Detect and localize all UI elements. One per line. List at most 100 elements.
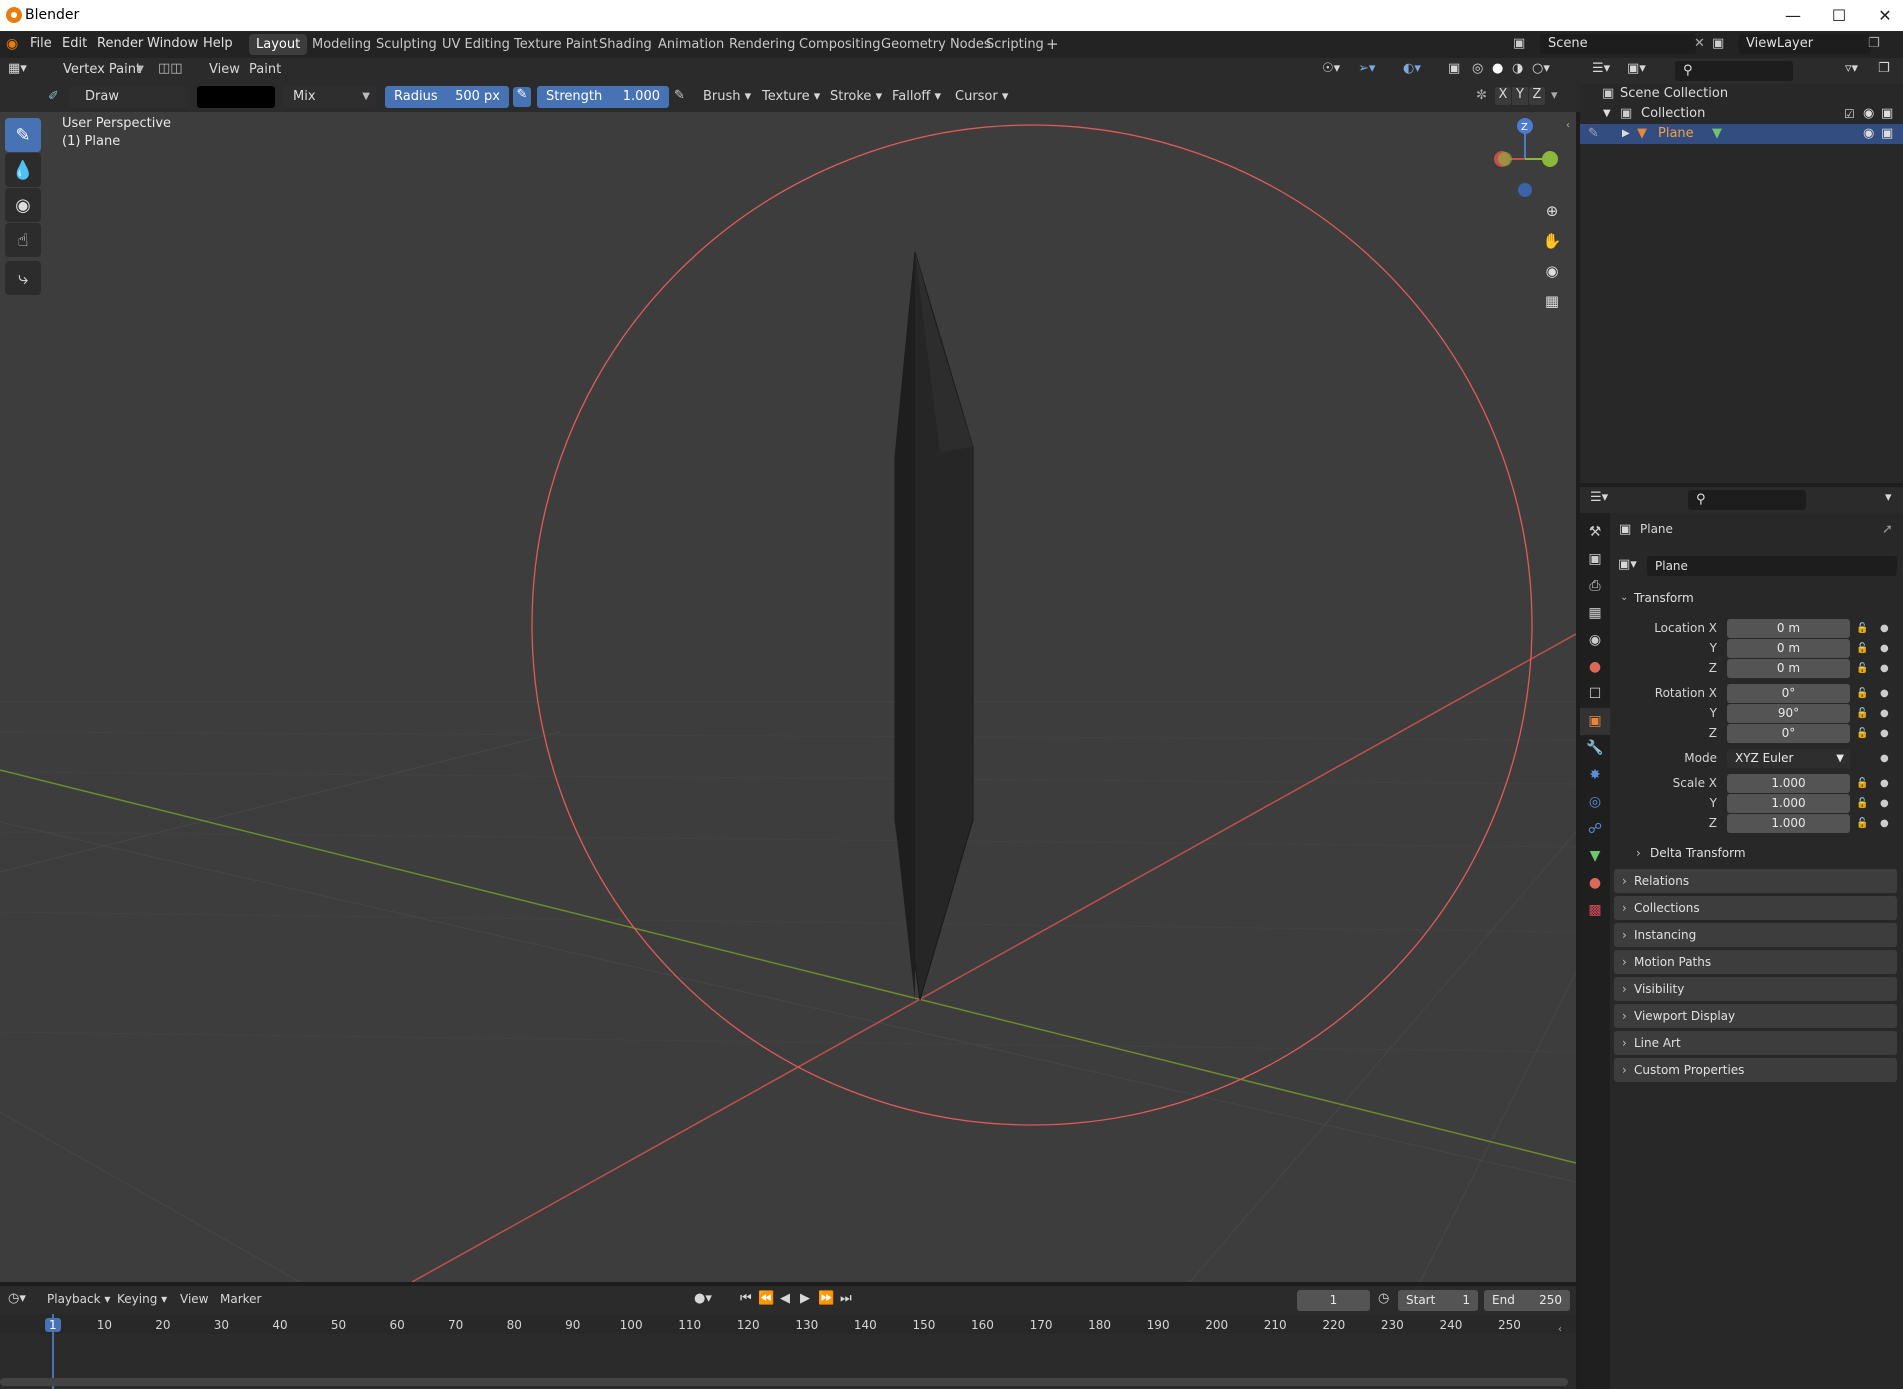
menu-help[interactable]: Help bbox=[203, 36, 233, 51]
gizmo-toggle-icon[interactable]: ➢▾ bbox=[1358, 61, 1375, 76]
editor-type-icon[interactable]: ▦▾ bbox=[8, 61, 27, 76]
rotation-z-field[interactable]: 0° bbox=[1727, 724, 1850, 743]
playback-menu[interactable]: Playback ▾ bbox=[47, 1292, 110, 1306]
tab-shading[interactable]: Shading bbox=[592, 34, 659, 55]
mode-dropdown[interactable]: Vertex Paint ▼ bbox=[42, 59, 150, 81]
falloff-menu[interactable]: Falloff ▾ bbox=[892, 89, 941, 104]
expand-icon[interactable]: ▶ bbox=[1622, 124, 1630, 144]
smear-icon[interactable]: ☝ bbox=[5, 223, 41, 257]
tab-sculpting[interactable]: Sculpting bbox=[369, 34, 444, 55]
blur-icon[interactable]: 💧 bbox=[5, 153, 41, 187]
location-y-field[interactable]: 0 m bbox=[1727, 639, 1850, 658]
solid-shading-icon[interactable]: ● bbox=[1492, 61, 1503, 76]
wireframe-shading-icon[interactable]: ◎ bbox=[1472, 61, 1483, 76]
scale-y-field[interactable]: 1.000 bbox=[1727, 794, 1850, 813]
keyframe-dot-icon[interactable]: ● bbox=[1880, 708, 1889, 719]
mesh-data-tab-icon[interactable]: ▼ bbox=[1580, 843, 1610, 870]
location-z-field[interactable]: 0 m bbox=[1727, 659, 1850, 678]
tab-modeling[interactable]: Modeling bbox=[305, 34, 378, 55]
camera-view-icon[interactable]: ◉ bbox=[1539, 258, 1565, 284]
marker-menu[interactable]: Marker bbox=[220, 1292, 261, 1306]
delta-transform-subpanel[interactable]: › Delta Transform bbox=[1630, 842, 1890, 864]
keyframe-dot-icon[interactable]: ● bbox=[1880, 688, 1889, 699]
transform-panel-header[interactable]: ⌄ Transform bbox=[1614, 586, 1897, 610]
horizontal-scrollbar[interactable] bbox=[0, 1378, 1568, 1386]
symmetry-x-toggle[interactable]: X bbox=[1495, 87, 1511, 105]
average-icon[interactable]: ◉ bbox=[5, 188, 41, 222]
tab-uv-editing[interactable]: UV Editing bbox=[435, 34, 517, 55]
keyframe-dot-icon[interactable]: ● bbox=[1880, 818, 1889, 829]
radius-pressure-icon[interactable]: ✎ bbox=[513, 87, 531, 107]
overlay-toggle-icon[interactable]: ◐▾ bbox=[1403, 61, 1421, 76]
outliner-scene-collection[interactable]: ▣ Scene Collection bbox=[1580, 84, 1903, 104]
timeline-view-menu[interactable]: View bbox=[180, 1292, 208, 1306]
auto-keying-icon[interactable]: ●▾ bbox=[694, 1291, 712, 1306]
start-frame-field[interactable]: Start 1 bbox=[1398, 1290, 1478, 1311]
paint-menu[interactable]: Paint bbox=[249, 62, 281, 77]
rotation-mode-dropdown[interactable]: XYZ Euler ▼ bbox=[1727, 749, 1850, 768]
symmetry-z-toggle[interactable]: Z bbox=[1529, 87, 1545, 105]
tab-texture-paint[interactable]: Texture Paint bbox=[507, 34, 605, 55]
collections-panel[interactable]: Collections bbox=[1614, 896, 1897, 920]
material-tab-icon[interactable]: ● bbox=[1580, 870, 1610, 897]
rotation-x-field[interactable]: 0° bbox=[1727, 684, 1850, 703]
camera-icon[interactable]: ▣ bbox=[1881, 104, 1893, 124]
keying-menu[interactable]: Keying ▾ bbox=[117, 1292, 167, 1306]
close-button[interactable]: ✕ bbox=[1862, 0, 1903, 31]
lock-icon[interactable]: 🔓 bbox=[1856, 643, 1868, 654]
new-collection-icon[interactable]: ❐ bbox=[1878, 61, 1890, 76]
3d-viewport[interactable]: Z User Perspective (1) Plane ⊕ ✋ ◉ ▦ ‹ bbox=[0, 112, 1576, 1282]
rotation-y-field[interactable]: 90° bbox=[1727, 704, 1850, 723]
keyframe-dot-icon[interactable]: ● bbox=[1880, 798, 1889, 809]
properties-search-input[interactable]: ⚲ bbox=[1688, 490, 1806, 510]
object-type-icon[interactable]: ▣▾ bbox=[1618, 557, 1637, 572]
location-x-field[interactable]: 0 m bbox=[1727, 619, 1850, 638]
texture-menu[interactable]: Texture ▾ bbox=[762, 89, 820, 104]
instancing-panel[interactable]: Instancing bbox=[1614, 923, 1897, 947]
outliner-editor-icon[interactable]: ☰▾ bbox=[1592, 61, 1610, 76]
render-tab-icon[interactable]: ▣ bbox=[1580, 546, 1610, 573]
keyframe-dot-icon[interactable]: ● bbox=[1880, 753, 1889, 764]
keyframe-dot-icon[interactable]: ● bbox=[1880, 623, 1889, 634]
strength-slider[interactable]: Strength 1.000 bbox=[537, 86, 669, 108]
lock-icon[interactable]: 🔓 bbox=[1856, 798, 1868, 809]
grid-toggle-icon[interactable]: ▦ bbox=[1539, 288, 1565, 314]
menu-render[interactable]: Render bbox=[97, 36, 143, 51]
rendered-shading-icon[interactable]: ○▾ bbox=[1532, 61, 1550, 76]
tab-layout[interactable]: Layout bbox=[249, 34, 308, 55]
add-workspace-button[interactable]: + bbox=[1039, 34, 1066, 55]
camera-icon[interactable]: ▣ bbox=[1881, 124, 1893, 144]
keyframe-dot-icon[interactable]: ● bbox=[1880, 728, 1889, 739]
play-icon[interactable]: ▶ bbox=[800, 1291, 810, 1306]
next-keyframe-icon[interactable]: ⏩ bbox=[818, 1291, 834, 1306]
keyframe-dot-icon[interactable]: ● bbox=[1880, 778, 1889, 789]
lock-icon[interactable]: 🔓 bbox=[1856, 728, 1868, 739]
lock-icon[interactable]: 🔓 bbox=[1856, 663, 1868, 674]
object-name-field[interactable]: Plane bbox=[1647, 556, 1897, 576]
tool-tab-icon[interactable]: ⚒ bbox=[1580, 519, 1610, 546]
scale-z-field[interactable]: 1.000 bbox=[1727, 814, 1850, 833]
cursor-menu[interactable]: Cursor ▾ bbox=[955, 89, 1008, 104]
view-menu[interactable]: View bbox=[209, 62, 240, 77]
strength-pressure-icon[interactable]: ✎ bbox=[674, 88, 685, 103]
expand-icon[interactable]: ▼ bbox=[1603, 104, 1611, 124]
lock-icon[interactable]: 🔓 bbox=[1856, 778, 1868, 789]
preview-range-icon[interactable]: ◷ bbox=[1378, 1291, 1389, 1306]
eye-icon[interactable]: ◉ bbox=[1863, 124, 1874, 144]
sidebar-toggle-icon[interactable]: ‹ bbox=[1566, 120, 1570, 131]
menu-edit[interactable]: Edit bbox=[62, 36, 87, 51]
end-frame-field[interactable]: End 250 bbox=[1484, 1290, 1570, 1311]
keyframe-dot-icon[interactable]: ● bbox=[1880, 643, 1889, 654]
relations-panel[interactable]: Relations bbox=[1614, 869, 1897, 893]
scale-x-field[interactable]: 1.000 bbox=[1727, 774, 1850, 793]
eye-icon[interactable]: ◉ bbox=[1863, 104, 1874, 124]
viewport-display-panel[interactable]: Viewport Display bbox=[1614, 1004, 1897, 1028]
chevron-down-icon[interactable]: ▾ bbox=[1551, 88, 1558, 103]
collapse-arrow-icon[interactable]: ‹ bbox=[1558, 1324, 1562, 1335]
brush-menu[interactable]: Brush ▾ bbox=[703, 89, 751, 104]
maximize-button[interactable]: ☐ bbox=[1816, 0, 1862, 31]
lock-icon[interactable]: 🔓 bbox=[1856, 623, 1868, 634]
jump-end-icon[interactable]: ⏭ bbox=[840, 1291, 852, 1306]
navigation-gizmo[interactable]: Z bbox=[1494, 118, 1558, 197]
filter-icon[interactable]: ▿▾ bbox=[1845, 61, 1858, 76]
